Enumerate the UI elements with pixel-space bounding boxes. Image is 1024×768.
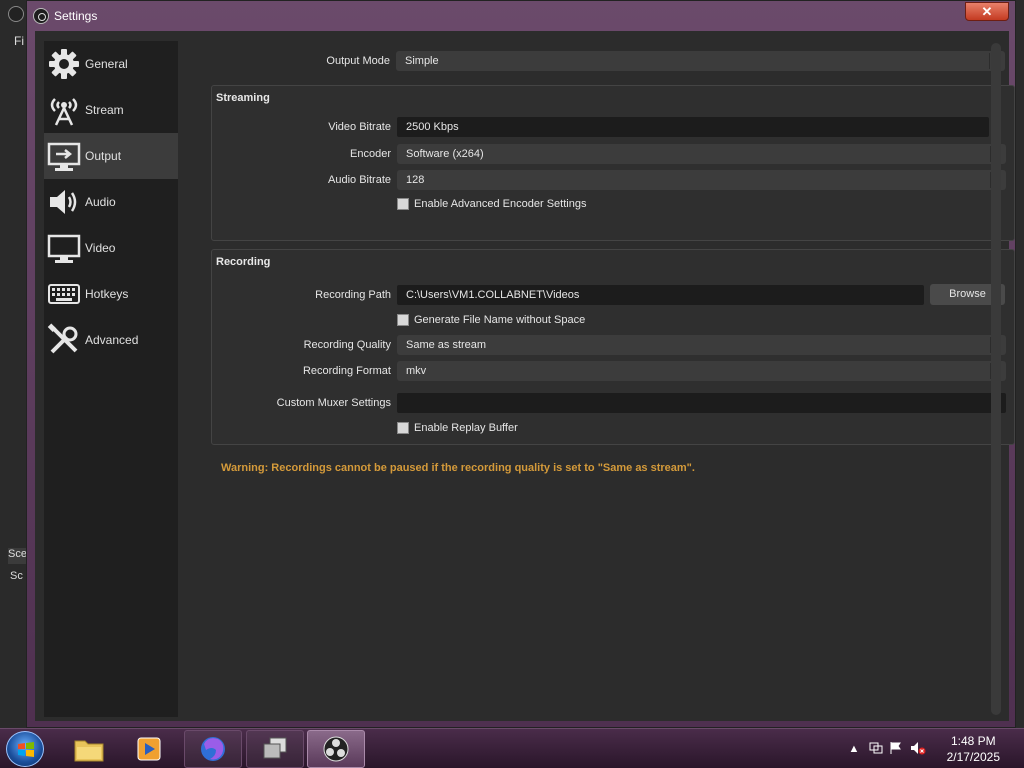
recording-path-label: Recording Path: [315, 289, 391, 301]
recording-quality-value: Same as stream: [406, 339, 487, 351]
obs-app-icon: [33, 8, 49, 24]
sidebar-item-label: Advanced: [85, 333, 139, 347]
broadcast-icon: [47, 93, 81, 127]
content-scrollbar[interactable]: [991, 43, 1001, 715]
window-title: Settings: [54, 9, 98, 23]
checkbox-box[interactable]: [397, 314, 409, 326]
replay-buffer-label: Enable Replay Buffer: [414, 422, 518, 434]
recording-path-input[interactable]: C:\Users\VM1.COLLABNET\Videos: [397, 285, 924, 305]
background-menu-fragment: Fi: [14, 34, 24, 48]
no-space-filename-label: Generate File Name without Space: [414, 314, 586, 326]
video-bitrate-label: Video Bitrate: [328, 121, 391, 133]
background-scenes-item: Sc: [10, 570, 23, 582]
clock-time: 1:48 PM: [950, 734, 996, 748]
checkbox-box[interactable]: [397, 422, 409, 434]
sidebar-item-audio[interactable]: Audio: [44, 179, 178, 225]
action-center-flag-icon[interactable]: [888, 741, 904, 757]
network-icon[interactable]: [868, 741, 884, 757]
encoder-label: Encoder: [350, 148, 391, 160]
windows-stack-icon: [263, 737, 287, 759]
encoder-select[interactable]: Software (x264) ▲▼: [397, 144, 1006, 164]
settings-sidebar: General Stream Output Audio Video Hotkey…: [44, 41, 178, 717]
sidebar-item-label: Audio: [85, 195, 116, 209]
sidebar-item-video[interactable]: Video: [44, 225, 178, 271]
recording-format-value: mkv: [406, 365, 427, 377]
sidebar-item-hotkeys[interactable]: Hotkeys: [44, 271, 178, 317]
close-button[interactable]: ✕: [965, 2, 1009, 21]
custom-muxer-label: Custom Muxer Settings: [276, 397, 391, 409]
recording-group-title: Recording: [216, 256, 271, 268]
recording-format-label: Recording Format: [302, 365, 391, 377]
sidebar-item-label: Hotkeys: [85, 287, 129, 301]
sidebar-item-advanced[interactable]: Advanced: [44, 317, 178, 363]
taskbar-clock[interactable]: 1:48 PM 2/17/2025: [947, 733, 1000, 765]
sidebar-item-label: General: [85, 57, 128, 71]
taskbar: ▲ 1:48 PM 2/17/2025: [0, 728, 1024, 768]
output-mode-label: Output Mode: [326, 55, 390, 67]
sidebar-item-label: Video: [85, 241, 116, 255]
audio-bitrate-label: Audio Bitrate: [328, 174, 391, 186]
tools-icon: [47, 323, 81, 357]
title-bar[interactable]: Settings ✕: [27, 1, 1015, 31]
sidebar-item-stream[interactable]: Stream: [44, 87, 178, 133]
advanced-encoder-checkbox[interactable]: Enable Advanced Encoder Settings: [397, 196, 586, 212]
settings-client-area: General Stream Output Audio Video Hotkey…: [35, 31, 1015, 721]
custom-muxer-input[interactable]: [397, 393, 1006, 413]
monitor-icon: [47, 231, 81, 265]
checkbox-box[interactable]: [397, 198, 409, 210]
show-hidden-icons-icon[interactable]: ▲: [846, 741, 862, 757]
gear-icon: [47, 47, 81, 81]
recording-quality-select[interactable]: Same as stream ▲▼: [397, 335, 1006, 355]
sidebar-item-output[interactable]: Output: [44, 133, 178, 179]
sidebar-item-label: Stream: [85, 103, 124, 117]
windows-logo-icon: [18, 742, 34, 757]
encoder-value: Software (x264): [406, 148, 484, 160]
advanced-encoder-label: Enable Advanced Encoder Settings: [414, 198, 587, 210]
streaming-group-title: Streaming: [216, 92, 270, 104]
settings-window: Settings ✕ General Stream Output Audio V…: [26, 0, 1016, 728]
output-icon: [47, 139, 81, 173]
replay-buffer-checkbox[interactable]: Enable Replay Buffer: [397, 420, 518, 436]
taskbar-file-explorer[interactable]: [60, 730, 118, 768]
no-space-filename-checkbox[interactable]: Generate File Name without Space: [397, 312, 585, 328]
audio-bitrate-value: 128: [406, 174, 425, 186]
recording-format-select[interactable]: mkv ▲▼: [397, 361, 1006, 381]
speaker-icon: [47, 185, 81, 219]
output-mode-value: Simple: [405, 55, 439, 67]
volume-muted-icon[interactable]: [910, 741, 926, 757]
taskbar-task-view[interactable]: [246, 730, 304, 768]
media-player-icon: [137, 737, 161, 761]
start-button[interactable]: [6, 731, 44, 767]
output-mode-select[interactable]: Simple ▲▼: [396, 51, 1005, 71]
system-tray: ▲ 1:48 PM 2/17/2025: [834, 729, 1024, 768]
background-edge: [1016, 0, 1024, 730]
recording-warning-text: Warning: Recordings cannot be paused if …: [221, 462, 695, 474]
sidebar-item-general[interactable]: General: [44, 41, 178, 87]
audio-bitrate-select[interactable]: 128 ▲▼: [397, 170, 1006, 190]
obs-logo-icon: [8, 6, 24, 22]
keyboard-icon: [47, 277, 81, 311]
sidebar-item-label: Output: [85, 149, 122, 163]
taskbar-media-player[interactable]: [120, 730, 178, 768]
taskbar-firefox[interactable]: [184, 730, 242, 768]
folder-icon: [74, 740, 104, 762]
firefox-icon: [201, 737, 225, 761]
clock-date: 2/17/2025: [946, 750, 1000, 764]
streaming-group: Streaming Video Bitrate 2500 Kbps ▲▼ Enc…: [211, 85, 1015, 241]
taskbar-obs-studio[interactable]: [307, 730, 365, 768]
recording-group: Recording Recording Path C:\Users\VM1.CO…: [211, 249, 1015, 445]
recording-quality-label: Recording Quality: [303, 339, 391, 351]
obs-studio-icon: [323, 736, 349, 762]
video-bitrate-input[interactable]: 2500 Kbps: [397, 117, 989, 137]
output-settings-panel: Output Mode Simple ▲▼ Streaming Video Bi…: [185, 41, 1015, 717]
